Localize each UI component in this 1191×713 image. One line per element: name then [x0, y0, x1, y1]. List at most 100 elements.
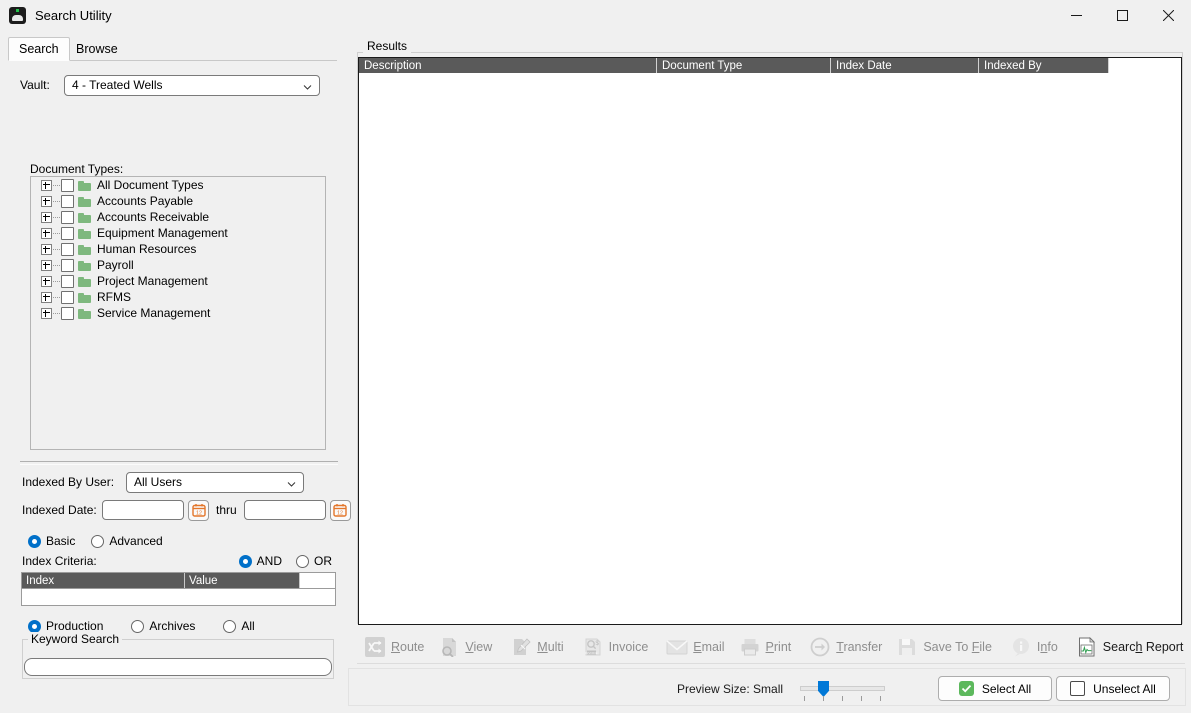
indexed-date-from-input[interactable]: [102, 500, 184, 520]
calendar-icon[interactable]: 12: [329, 499, 351, 521]
calendar-icon[interactable]: 12: [188, 499, 209, 521]
tree-item[interactable]: Payroll: [31, 257, 325, 273]
expand-plus-icon[interactable]: [41, 195, 52, 207]
radio-advanced[interactable]: Advanced: [91, 534, 163, 548]
select-all-button[interactable]: Select All: [938, 676, 1052, 701]
indexed-date-row: Indexed Date: 12 thru 12: [22, 499, 351, 521]
keyword-search-input[interactable]: [24, 658, 332, 676]
tree-item-label: Equipment Management: [97, 226, 228, 240]
toolbar-button-multi[interactable]: Multi: [503, 632, 570, 662]
radio-basic[interactable]: Basic: [28, 534, 75, 548]
tab-search[interactable]: Search: [8, 37, 70, 61]
close-icon[interactable]: [1145, 0, 1191, 31]
radio-or-label: OR: [314, 554, 332, 568]
index-criteria-table[interactable]: Index Value: [21, 572, 336, 606]
tree-item-checkbox[interactable]: [61, 210, 74, 224]
shuffle-icon: [364, 636, 386, 658]
toolbar-button-search-report[interactable]: Search Report: [1069, 632, 1191, 662]
folder-icon: [78, 196, 92, 207]
radio-archives-label: Archives: [149, 619, 196, 633]
tree-item[interactable]: Equipment Management: [31, 225, 325, 241]
toolbar-button-email[interactable]: Email: [659, 632, 731, 662]
tree-item[interactable]: RFMS: [31, 289, 325, 305]
preview-size-slider[interactable]: [800, 681, 885, 703]
column-header-value[interactable]: Value: [185, 573, 300, 588]
toolbar-button-info[interactable]: Info: [1003, 632, 1065, 662]
toolbar-button-invoice[interactable]: $ INVOICE Invoice: [575, 632, 656, 662]
minimize-icon[interactable]: [1053, 0, 1099, 31]
tree-item[interactable]: All Document Types: [31, 177, 325, 193]
window-controls: [1053, 0, 1191, 31]
radio-or[interactable]: OR: [296, 554, 332, 568]
slider-thumb[interactable]: [818, 681, 829, 697]
expand-plus-icon[interactable]: [41, 243, 52, 255]
expand-plus-icon[interactable]: [41, 307, 52, 319]
tree-item-checkbox[interactable]: [61, 306, 74, 320]
tab-browse[interactable]: Browse: [66, 37, 128, 61]
radio-and[interactable]: AND: [238, 554, 282, 568]
select-all-label: Select All: [981, 681, 1032, 696]
toolbar-button-print[interactable]: Print: [732, 632, 799, 662]
indexed-by-user-select[interactable]: All Users: [126, 471, 304, 493]
indexed-by-user-value: All Users: [134, 475, 183, 489]
tree-item-checkbox[interactable]: [61, 226, 74, 240]
tree-item[interactable]: Accounts Payable: [31, 193, 325, 209]
tree-item-checkbox[interactable]: [61, 194, 74, 208]
tree-item-checkbox[interactable]: [61, 290, 74, 304]
tree-item[interactable]: Service Management: [31, 305, 325, 321]
column-header-index-date[interactable]: Index Date: [831, 58, 979, 73]
column-header-description[interactable]: Description: [359, 58, 657, 73]
tab-search-label: Search: [19, 42, 59, 56]
radio-advanced-label: Advanced: [109, 534, 163, 548]
unselect-all-button[interactable]: Unselect All: [1056, 676, 1170, 701]
column-header-document-type[interactable]: Document Type: [657, 58, 831, 73]
results-toolbar: Route View Multi $ INVOICE Invoice Email Print T…: [357, 630, 1185, 664]
toolbar-button-route[interactable]: Route: [357, 632, 431, 662]
expand-plus-icon[interactable]: [41, 211, 52, 223]
document-types-tree[interactable]: All Document Types Accounts Payable Accoun…: [30, 176, 326, 450]
tree-item-checkbox[interactable]: [61, 242, 74, 256]
radio-basic-label: Basic: [46, 534, 76, 548]
chevron-down-icon: [303, 81, 312, 90]
tree-connector: [53, 200, 60, 202]
expand-plus-icon[interactable]: [41, 179, 52, 191]
column-header-filler: [300, 573, 335, 588]
toolbar-button-transfer[interactable]: Transfer: [802, 632, 889, 662]
tree-item[interactable]: Project Management: [31, 273, 325, 289]
expand-plus-icon[interactable]: [41, 227, 52, 239]
indexed-date-to-input[interactable]: [243, 500, 326, 520]
radio-production[interactable]: Production: [28, 619, 103, 633]
toolbar-button-save-to-file[interactable]: Save To File: [889, 632, 999, 662]
tree-item-label: Project Management: [97, 274, 208, 288]
expand-plus-icon[interactable]: [41, 275, 52, 287]
folder-icon: [78, 292, 92, 303]
tree-item-checkbox[interactable]: [61, 178, 74, 192]
slider-track: [800, 686, 885, 691]
transfer-arrow-icon: [809, 636, 831, 658]
radio-or-dot: [296, 554, 309, 568]
tree-item[interactable]: Human Resources: [31, 241, 325, 257]
tree-connector: [53, 264, 60, 266]
tree-item-checkbox[interactable]: [61, 258, 74, 272]
indexed-by-user-label: Indexed By User:: [22, 475, 115, 489]
invoice-icon: $ INVOICE: [582, 636, 604, 658]
vault-select[interactable]: 4 - Treated Wells: [64, 74, 320, 96]
envelope-icon: [666, 636, 688, 658]
toolbar-button-view[interactable]: View: [431, 632, 499, 662]
tree-item-checkbox[interactable]: [61, 274, 74, 288]
preview-size-label: Preview Size: Small: [677, 682, 784, 696]
radio-archives[interactable]: Archives: [131, 619, 195, 633]
radio-and-dot: [238, 554, 252, 568]
maximize-icon[interactable]: [1099, 0, 1145, 31]
tree-item-label: Accounts Receivable: [97, 210, 210, 224]
column-header-index[interactable]: Index: [22, 573, 185, 588]
expand-plus-icon[interactable]: [41, 291, 52, 303]
toolbar-button-label: Transfer: [836, 639, 883, 654]
tree-item[interactable]: Accounts Receivable: [31, 209, 325, 225]
results-list[interactable]: Description Document Type Index Date Ind…: [358, 57, 1182, 625]
radio-all[interactable]: All: [223, 619, 255, 633]
document-search-icon: [438, 636, 460, 658]
expand-plus-icon[interactable]: [41, 259, 52, 271]
tree-connector: [53, 280, 60, 282]
column-header-indexed-by[interactable]: Indexed By: [979, 58, 1109, 73]
